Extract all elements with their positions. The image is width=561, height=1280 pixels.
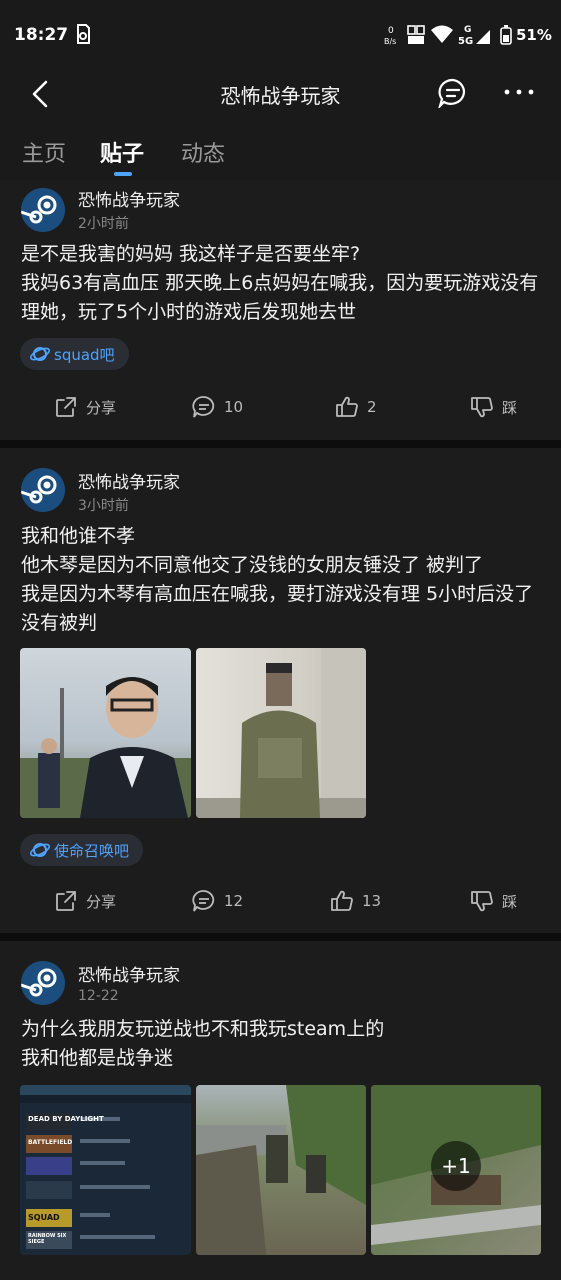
top-app-bar: 恐怖战争玩家 xyxy=(0,70,561,120)
thumbs-down-icon xyxy=(471,891,493,912)
post-time: 2小时前 xyxy=(78,216,129,232)
forum-tag[interactable]: 使命召唤吧 xyxy=(20,834,144,866)
svg-text:G: G xyxy=(464,25,471,35)
post-card[interactable]: 恐怖战争玩家 3小时前 我和他谁不孝 他木琴是因为不同意他交了没钱的女朋友锤没了… xyxy=(0,448,561,933)
tab-home[interactable]: 主页 xyxy=(22,136,66,168)
chat-icon[interactable] xyxy=(438,78,468,108)
steam-library-screenshot-graphic xyxy=(20,1085,191,1249)
profile-tabs: 主页 贴子 动态 xyxy=(0,130,561,180)
game-title: RAINBOW SIX SIEGE xyxy=(28,1233,67,1245)
post-image-photo[interactable] xyxy=(196,1085,366,1255)
avatar[interactable] xyxy=(21,961,65,1005)
game-title: SQUAD xyxy=(28,1213,60,1222)
battery-icon xyxy=(500,25,512,45)
svg-text:0: 0 xyxy=(388,26,394,36)
post-image-steam-library[interactable]: DEAD BY DAYLIGHT BATTLEFIELD SQUAD RAINB… xyxy=(20,1085,191,1255)
svg-text:B/s: B/s xyxy=(384,37,396,46)
soldiers-railway-photo-graphic xyxy=(196,1085,366,1255)
tiktok-notification-icon xyxy=(77,24,90,44)
forum-tag-label: squad吧 xyxy=(54,345,115,364)
post-text[interactable]: 我和他谁不孝 他木琴是因为不同意他交了没钱的女朋友锤没了 被判了 我是因为木琴有… xyxy=(21,522,546,638)
author-name[interactable]: 恐怖战争玩家 xyxy=(78,961,180,986)
comment-icon xyxy=(192,890,215,912)
steam-logo-icon xyxy=(21,468,65,512)
avatar[interactable] xyxy=(21,468,65,512)
thumbs-down-icon xyxy=(471,397,493,418)
status-bar: 18:27 0 B/s G 5G 51% xyxy=(0,0,561,70)
comment-count: 10 xyxy=(224,398,244,416)
post-image-photo[interactable] xyxy=(196,648,366,818)
post-time: 12-22 xyxy=(78,988,119,1004)
thumbs-up-icon xyxy=(331,890,353,911)
post-divider xyxy=(0,933,561,941)
net-speed-icon: 0B/s xyxy=(384,26,396,46)
tab-posts[interactable]: 贴子 xyxy=(100,136,144,168)
post-time: 3小时前 xyxy=(78,498,129,514)
post-card[interactable]: 恐怖战争玩家 12-22 为什么我朋友玩逆战也不和我玩steam上的 我和他都是… xyxy=(0,941,561,1280)
planet-icon xyxy=(30,347,50,361)
dislike-label: 踩 xyxy=(502,398,518,417)
like-button[interactable]: 2 xyxy=(335,395,377,419)
dislike-label: 踩 xyxy=(502,892,518,911)
share-label: 分享 xyxy=(86,398,117,417)
comment-button[interactable]: 10 xyxy=(192,395,243,419)
steam-logo-icon xyxy=(21,961,65,1005)
share-icon xyxy=(56,397,76,417)
author-name[interactable]: 恐怖战争玩家 xyxy=(78,468,180,493)
clock: 18:27 xyxy=(14,25,69,45)
battery-percent: 51% xyxy=(516,26,552,44)
page-title: 恐怖战争玩家 xyxy=(220,84,341,108)
game-title: DEAD BY DAYLIGHT xyxy=(28,1115,104,1123)
planet-icon xyxy=(30,843,50,857)
share-icon xyxy=(56,891,76,911)
game-title: BATTLEFIELD xyxy=(28,1139,73,1146)
dislike-button[interactable]: 踩 xyxy=(470,395,517,419)
more-menu-icon[interactable] xyxy=(503,80,535,104)
forum-tag-label: 使命召唤吧 xyxy=(54,841,130,860)
post-card[interactable]: 恐怖战争玩家 2小时前 是不是我害的妈妈 我这样子是否要坐牢? 我妈63有高血压… xyxy=(0,180,561,440)
more-images-badge[interactable]: +1 xyxy=(431,1141,481,1191)
soldier-photo-graphic xyxy=(196,648,366,818)
wifi-icon xyxy=(431,25,453,43)
avatar[interactable] xyxy=(21,188,65,232)
steam-logo-icon xyxy=(21,188,65,232)
tab-activity[interactable]: 动态 xyxy=(181,136,225,168)
post-image-photo[interactable] xyxy=(20,648,191,818)
person-photo-graphic xyxy=(20,677,191,818)
forum-tag[interactable]: squad吧 xyxy=(20,338,129,370)
post-divider xyxy=(0,440,561,448)
thumbs-up-icon xyxy=(336,396,358,417)
vibrate-icon xyxy=(407,25,425,44)
post-text[interactable]: 是不是我害的妈妈 我这样子是否要坐牢? 我妈63有高血压 那天晚上6点妈妈在喊我… xyxy=(21,240,546,327)
post-text[interactable]: 为什么我朋友玩逆战也不和我玩steam上的 我和他都是战争迷 xyxy=(21,1015,546,1073)
dislike-button[interactable]: 踩 xyxy=(470,889,517,913)
like-count: 2 xyxy=(367,398,377,416)
comment-count: 12 xyxy=(224,892,244,910)
svg-text:5G: 5G xyxy=(458,36,473,46)
share-label: 分享 xyxy=(86,892,117,911)
cellular-signal-icon: G5G xyxy=(458,25,490,46)
active-tab-indicator xyxy=(114,172,132,176)
post-actions: 分享 12 13 踩 xyxy=(0,889,561,919)
comment-button[interactable]: 12 xyxy=(192,889,243,913)
like-count: 13 xyxy=(362,892,382,910)
like-button[interactable]: 13 xyxy=(330,889,381,913)
post-actions: 分享 10 2 踩 xyxy=(0,395,561,425)
share-button[interactable]: 分享 xyxy=(54,395,116,419)
share-button[interactable]: 分享 xyxy=(54,889,116,913)
comment-icon xyxy=(192,396,215,418)
author-name[interactable]: 恐怖战争玩家 xyxy=(78,186,180,211)
